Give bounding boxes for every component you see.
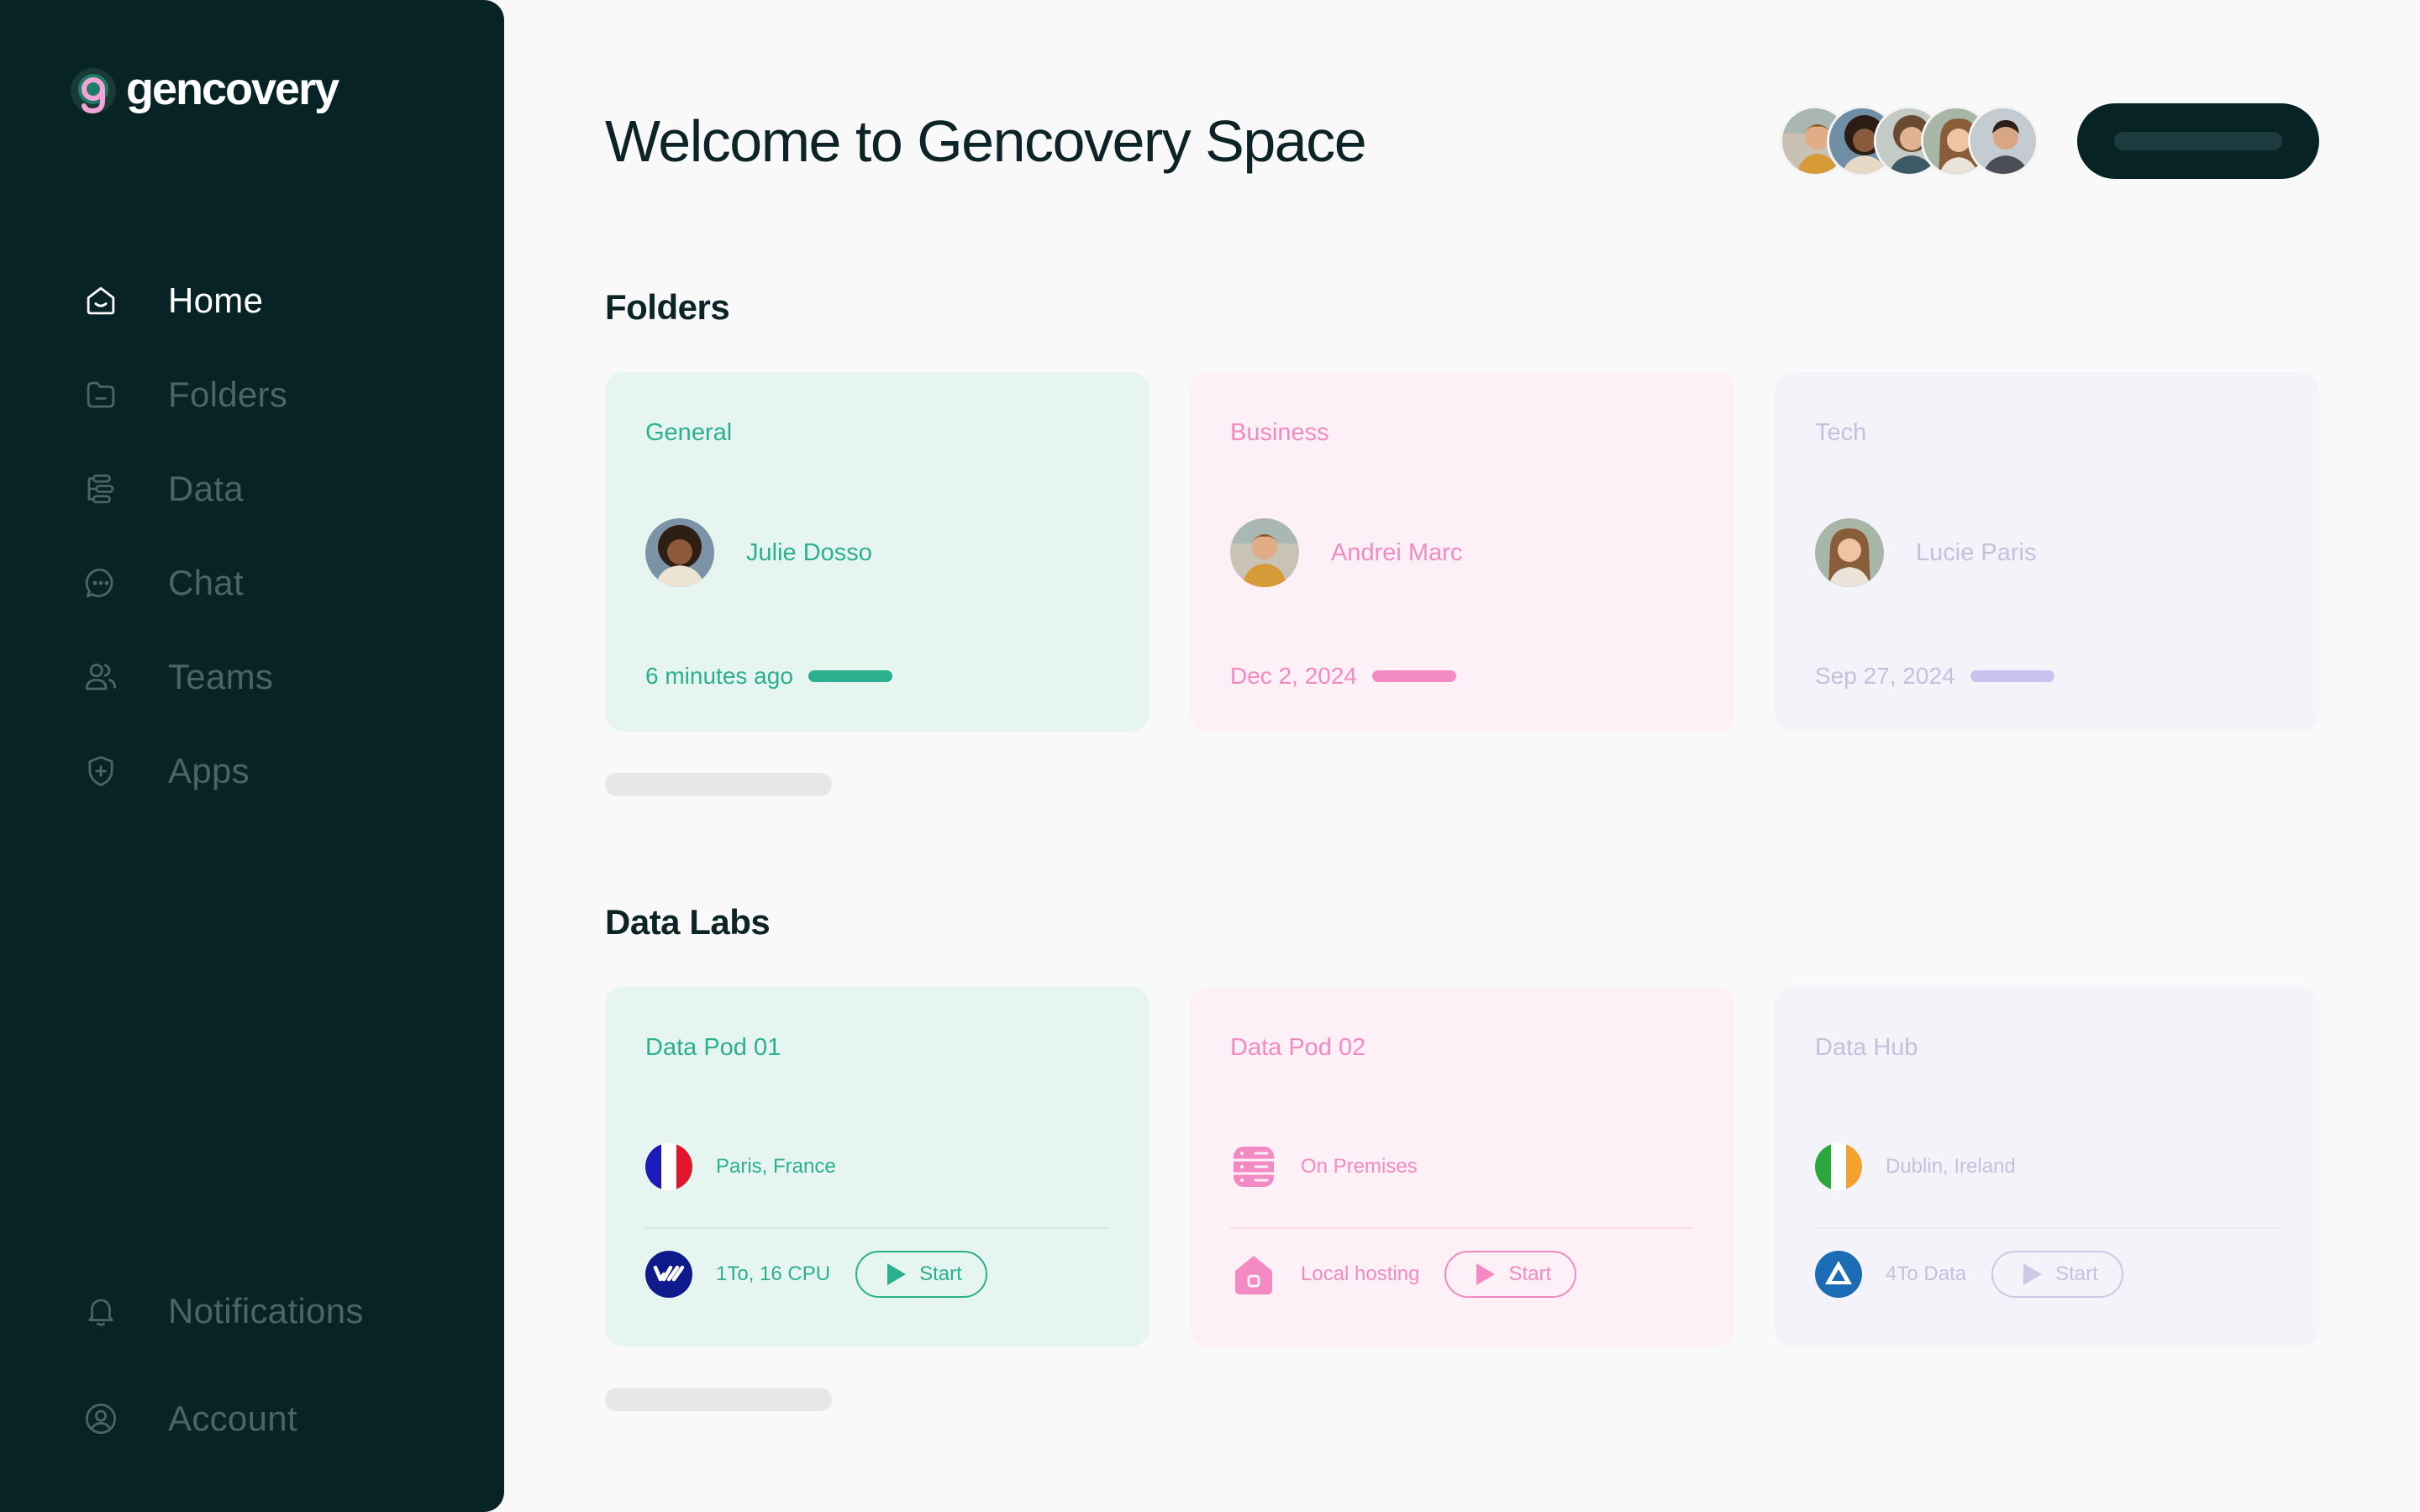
- avatar: [1815, 518, 1884, 587]
- play-icon: [1476, 1263, 1496, 1285]
- lab-location: Paris, France: [645, 1143, 836, 1190]
- server-icon: [1234, 1147, 1274, 1187]
- bell-icon: [81, 1291, 121, 1331]
- folder-meta: 6 minutes ago: [645, 663, 892, 690]
- start-button-label: Start: [919, 1263, 962, 1285]
- folder-owner-name: Julie Dosso: [746, 538, 872, 566]
- sidebar-item-account[interactable]: Account: [81, 1365, 484, 1473]
- folder-owner: Julie Dosso: [645, 518, 872, 587]
- start-button[interactable]: Start: [855, 1251, 987, 1298]
- lab-spec-text: 4To Data: [1886, 1263, 1967, 1285]
- lab-location: Dublin, Ireland: [1815, 1143, 2016, 1190]
- brand-logo[interactable]: gencovery: [67, 64, 339, 118]
- button-placeholder: [2114, 132, 2282, 150]
- lab-spec-row: 4To Data Start: [1815, 1251, 2123, 1298]
- folder-meta: Sep 27, 2024: [1815, 663, 2054, 690]
- start-button[interactable]: Start: [1444, 1251, 1577, 1298]
- header-action-button[interactable]: [2077, 103, 2319, 179]
- lab-location-text: Paris, France: [716, 1155, 836, 1178]
- lab-title: Data Hub: [1815, 1034, 1918, 1061]
- folder-card-tech[interactable]: Tech Lucie Paris Sep 27, 2024: [1775, 372, 2319, 732]
- divider: [1815, 1227, 2279, 1229]
- folder-owner: Lucie Paris: [1815, 518, 2036, 587]
- sidebar-nav: Home Folders Data Chat Teams Apps: [81, 254, 484, 818]
- sidebar-item-data[interactable]: Data: [81, 442, 484, 536]
- lab-card-data-pod-01[interactable]: Data Pod 01 Paris, France 1To, 16 CPU St…: [605, 987, 1150, 1347]
- lab-card-data-hub[interactable]: Data Hub Dublin, Ireland 4To Data Start: [1775, 987, 2319, 1347]
- avatar: [1230, 518, 1299, 587]
- folder-date: 6 minutes ago: [645, 663, 793, 689]
- sidebar-item-home[interactable]: Home: [81, 254, 484, 348]
- start-button-label: Start: [1508, 1263, 1552, 1285]
- data-labs-section-title: Data Labs: [605, 902, 771, 942]
- users-icon: [81, 657, 121, 697]
- lab-title: Data Pod 02: [1230, 1034, 1366, 1061]
- sidebar-item-folders[interactable]: Folders: [81, 348, 484, 442]
- folder-date: Sep 27, 2024: [1815, 663, 1955, 689]
- labs-see-more-placeholder[interactable]: [605, 1388, 832, 1411]
- divider: [645, 1227, 1109, 1229]
- ireland-flag-icon: [1815, 1143, 1862, 1190]
- folder-progress-bar: [1970, 670, 2054, 682]
- lab-location-text: On Premises: [1301, 1155, 1418, 1178]
- sidebar-item-label: Data: [168, 469, 244, 508]
- folder-meta: Dec 2, 2024: [1230, 663, 1456, 690]
- folders-section-title: Folders: [605, 287, 730, 327]
- sidebar: gencovery Home Folders Data Chat Teams A…: [0, 0, 504, 1512]
- play-icon: [2023, 1263, 2043, 1285]
- lab-spec-text: 1To, 16 CPU: [716, 1263, 831, 1285]
- sidebar-bottom-nav: Notifications Account: [81, 1257, 484, 1473]
- sidebar-item-label: Chat: [168, 563, 244, 602]
- folder-progress-bar: [1372, 670, 1456, 682]
- azure-logo-icon: [1815, 1251, 1862, 1298]
- lab-spec-row: Local hosting Start: [1230, 1251, 1577, 1298]
- sidebar-item-label: Home: [168, 281, 264, 320]
- folder-progress-bar: [808, 670, 892, 682]
- folder-card-general[interactable]: General Julie Dosso 6 minutes ago: [605, 372, 1150, 732]
- lab-location-text: Dublin, Ireland: [1886, 1155, 2016, 1178]
- brand-name: gencovery: [126, 64, 339, 114]
- avatar[interactable]: [1968, 106, 2039, 176]
- folder-title: General: [645, 419, 733, 446]
- folder-title: Tech: [1815, 419, 1867, 446]
- play-icon: [887, 1263, 907, 1285]
- folder-owner-name: Lucie Paris: [1916, 538, 2037, 566]
- folder-title: Business: [1230, 419, 1329, 446]
- sidebar-item-label: Apps: [168, 751, 250, 790]
- gencovery-logo-icon: [71, 68, 116, 114]
- home-icon: [81, 281, 121, 321]
- user-circle-icon: [81, 1399, 121, 1439]
- folder-owner-name: Andrei Marc: [1331, 538, 1463, 566]
- sidebar-item-label: Teams: [168, 657, 274, 696]
- folder-icon: [81, 375, 121, 415]
- folder-card-business[interactable]: Business Andrei Marc Dec 2, 2024: [1190, 372, 1734, 732]
- lab-spec-text: Local hosting: [1301, 1263, 1420, 1285]
- house-icon: [1235, 1256, 1272, 1294]
- team-avatars[interactable]: [1780, 106, 2039, 176]
- start-button-label: Start: [2055, 1263, 2098, 1285]
- chat-icon: [81, 563, 121, 603]
- sidebar-item-chat[interactable]: Chat: [81, 536, 484, 630]
- avatar: [645, 518, 714, 587]
- start-button[interactable]: Start: [1991, 1251, 2123, 1298]
- data-icon: [81, 469, 121, 509]
- france-flag-icon: [645, 1143, 692, 1190]
- divider: [1230, 1227, 1694, 1229]
- sidebar-item-label: Account: [168, 1399, 297, 1438]
- lab-spec-row: 1To, 16 CPU Start: [645, 1251, 987, 1298]
- folder-date: Dec 2, 2024: [1230, 663, 1357, 689]
- sidebar-item-teams[interactable]: Teams: [81, 630, 484, 724]
- sidebar-item-notifications[interactable]: Notifications: [81, 1257, 484, 1365]
- shield-plus-icon: [81, 751, 121, 791]
- ovh-logo-icon: [645, 1251, 692, 1298]
- page-title: Welcome to Gencovery Space: [605, 108, 1367, 174]
- sidebar-item-label: Notifications: [168, 1291, 364, 1331]
- lab-card-data-pod-02[interactable]: Data Pod 02 On Premises Local hosting St…: [1190, 987, 1734, 1347]
- sidebar-item-apps[interactable]: Apps: [81, 724, 484, 818]
- sidebar-item-label: Folders: [168, 375, 288, 414]
- folder-owner: Andrei Marc: [1230, 518, 1462, 587]
- lab-location: On Premises: [1230, 1143, 1418, 1190]
- lab-title: Data Pod 01: [645, 1034, 781, 1061]
- folders-see-more-placeholder[interactable]: [605, 773, 832, 796]
